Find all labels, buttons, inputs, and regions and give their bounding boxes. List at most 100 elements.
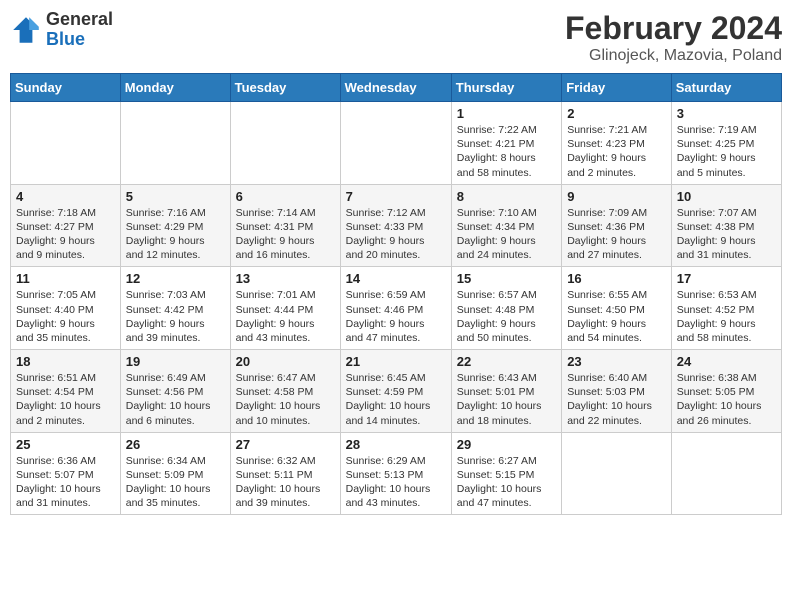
logo-general: General — [46, 10, 113, 30]
day-info: Sunrise: 7:05 AMSunset: 4:40 PMDaylight:… — [16, 288, 115, 345]
day-number: 5 — [126, 189, 225, 204]
week-row-2: 4 Sunrise: 7:18 AMSunset: 4:27 PMDaylight… — [11, 184, 782, 267]
day-info: Sunrise: 7:14 AMSunset: 4:31 PMDaylight:… — [236, 206, 335, 263]
day-info: Sunrise: 6:34 AMSunset: 5:09 PMDaylight:… — [126, 454, 225, 511]
day-number: 23 — [567, 354, 666, 369]
day-info: Sunrise: 7:03 AMSunset: 4:42 PMDaylight:… — [126, 288, 225, 345]
day-cell-23: 23Sunrise: 6:40 AMSunset: 5:03 PMDayligh… — [562, 350, 672, 433]
day-cell-8: 8Sunrise: 7:10 AMSunset: 4:34 PMDaylight… — [451, 184, 561, 267]
day-cell-25: 25 Sunrise: 6:36 AMSunset: 5:07 PMDayligh… — [11, 432, 121, 515]
day-info: Sunrise: 6:38 AMSunset: 5:05 PMDaylight:… — [677, 371, 776, 428]
day-number: 10 — [677, 189, 776, 204]
weekday-header-friday: Friday — [562, 74, 672, 102]
day-info: Sunrise: 7:18 AMSunset: 4:27 PMDaylight:… — [16, 206, 115, 263]
day-number: 17 — [677, 271, 776, 286]
day-cell-20: 20Sunrise: 6:47 AMSunset: 4:58 PMDayligh… — [230, 350, 340, 433]
weekday-header-row: SundayMondayTuesdayWednesdayThursdayFrid… — [11, 74, 782, 102]
page-header: General Blue February 2024 Glinojeck, Ma… — [10, 10, 782, 65]
day-cell-27: 27 Sunrise: 6:32 AMSunset: 5:11 PMDayligh… — [230, 432, 340, 515]
day-cell-28: 28 Sunrise: 6:29 AMSunset: 5:13 PMDayligh… — [340, 432, 451, 515]
day-info: Sunrise: 6:29 AMSunset: 5:13 PMDaylight:… — [346, 454, 446, 511]
day-number: 19 — [126, 354, 225, 369]
day-info: Sunrise: 6:59 AMSunset: 4:46 PMDaylight:… — [346, 288, 446, 345]
day-info: Sunrise: 6:53 AMSunset: 4:52 PMDaylight:… — [677, 288, 776, 345]
day-number: 15 — [457, 271, 556, 286]
day-cell-4: 4 Sunrise: 7:18 AMSunset: 4:27 PMDaylight… — [11, 184, 121, 267]
day-number: 3 — [677, 106, 776, 121]
day-number: 9 — [567, 189, 666, 204]
day-info: Sunrise: 7:12 AMSunset: 4:33 PMDaylight:… — [346, 206, 446, 263]
day-number: 29 — [457, 437, 556, 452]
day-info: Sunrise: 7:01 AMSunset: 4:44 PMDaylight:… — [236, 288, 335, 345]
day-number: 11 — [16, 271, 115, 286]
day-number: 7 — [346, 189, 446, 204]
day-number: 4 — [16, 189, 115, 204]
day-info: Sunrise: 7:21 AMSunset: 4:23 PMDaylight:… — [567, 123, 666, 180]
day-info: Sunrise: 7:19 AMSunset: 4:25 PMDaylight:… — [677, 123, 776, 180]
day-cell-9: 9 Sunrise: 7:09 AMSunset: 4:36 PMDaylight… — [562, 184, 672, 267]
day-cell-10: 10 Sunrise: 7:07 AMSunset: 4:38 PMDayligh… — [671, 184, 781, 267]
week-row-4: 18 Sunrise: 6:51 AMSunset: 4:54 PMDayligh… — [11, 350, 782, 433]
day-number: 22 — [457, 354, 556, 369]
week-row-1: 1 Sunrise: 7:22 AMSunset: 4:21 PMDaylight… — [11, 102, 782, 185]
day-cell-13: 13 Sunrise: 7:01 AMSunset: 4:44 PMDayligh… — [230, 267, 340, 350]
day-cell-21: 21Sunrise: 6:45 AMSunset: 4:59 PMDayligh… — [340, 350, 451, 433]
day-cell-11: 11 Sunrise: 7:05 AMSunset: 4:40 PMDayligh… — [11, 267, 121, 350]
day-cell-12: 12 Sunrise: 7:03 AMSunset: 4:42 PMDayligh… — [120, 267, 230, 350]
day-number: 26 — [126, 437, 225, 452]
day-cell-26: 26 Sunrise: 6:34 AMSunset: 5:09 PMDayligh… — [120, 432, 230, 515]
day-number: 18 — [16, 354, 115, 369]
weekday-header-monday: Monday — [120, 74, 230, 102]
day-number: 13 — [236, 271, 335, 286]
weekday-header-saturday: Saturday — [671, 74, 781, 102]
day-info: Sunrise: 6:47 AMSunset: 4:58 PMDaylight:… — [236, 371, 335, 428]
day-number: 25 — [16, 437, 115, 452]
empty-cell — [230, 102, 340, 185]
day-info: Sunrise: 6:49 AMSunset: 4:56 PMDaylight:… — [126, 371, 225, 428]
day-cell-14: 14 Sunrise: 6:59 AMSunset: 4:46 PMDayligh… — [340, 267, 451, 350]
day-cell-1: 1 Sunrise: 7:22 AMSunset: 4:21 PMDaylight… — [451, 102, 561, 185]
day-cell-3: 3 Sunrise: 7:19 AMSunset: 4:25 PMDaylight… — [671, 102, 781, 185]
day-cell-2: 2 Sunrise: 7:21 AMSunset: 4:23 PMDaylight… — [562, 102, 672, 185]
day-info: Sunrise: 7:16 AMSunset: 4:29 PMDaylight:… — [126, 206, 225, 263]
day-number: 1 — [457, 106, 556, 121]
day-info: Sunrise: 7:09 AMSunset: 4:36 PMDaylight:… — [567, 206, 666, 263]
empty-cell — [340, 102, 451, 185]
weekday-header-wednesday: Wednesday — [340, 74, 451, 102]
day-info: Sunrise: 6:55 AMSunset: 4:50 PMDaylight:… — [567, 288, 666, 345]
day-cell-17: 17 Sunrise: 6:53 AMSunset: 4:52 PMDayligh… — [671, 267, 781, 350]
logo: General Blue — [10, 10, 113, 50]
day-cell-6: 6 Sunrise: 7:14 AMSunset: 4:31 PMDaylight… — [230, 184, 340, 267]
weekday-header-thursday: Thursday — [451, 74, 561, 102]
calendar-location: Glinojeck, Mazovia, Poland — [565, 47, 782, 65]
day-number: 12 — [126, 271, 225, 286]
day-cell-5: 5 Sunrise: 7:16 AMSunset: 4:29 PMDaylight… — [120, 184, 230, 267]
calendar-table: SundayMondayTuesdayWednesdayThursdayFrid… — [10, 73, 782, 515]
weekday-header-sunday: Sunday — [11, 74, 121, 102]
day-number: 2 — [567, 106, 666, 121]
day-number: 24 — [677, 354, 776, 369]
day-info: Sunrise: 7:07 AMSunset: 4:38 PMDaylight:… — [677, 206, 776, 263]
day-cell-18: 18 Sunrise: 6:51 AMSunset: 4:54 PMDayligh… — [11, 350, 121, 433]
day-info: Sunrise: 7:22 AMSunset: 4:21 PMDaylight:… — [457, 123, 556, 180]
empty-cell — [562, 432, 672, 515]
day-cell-19: 19 Sunrise: 6:49 AMSunset: 4:56 PMDayligh… — [120, 350, 230, 433]
calendar-title: February 2024 — [565, 10, 782, 47]
day-cell-16: 16Sunrise: 6:55 AMSunset: 4:50 PMDayligh… — [562, 267, 672, 350]
empty-cell — [11, 102, 121, 185]
week-row-3: 11 Sunrise: 7:05 AMSunset: 4:40 PMDayligh… — [11, 267, 782, 350]
day-number: 6 — [236, 189, 335, 204]
day-info: Sunrise: 6:32 AMSunset: 5:11 PMDaylight:… — [236, 454, 335, 511]
logo-blue: Blue — [46, 30, 113, 50]
day-number: 14 — [346, 271, 446, 286]
day-info: Sunrise: 6:36 AMSunset: 5:07 PMDaylight:… — [16, 454, 115, 511]
day-cell-29: 29 Sunrise: 6:27 AMSunset: 5:15 PMDayligh… — [451, 432, 561, 515]
day-cell-22: 22Sunrise: 6:43 AMSunset: 5:01 PMDayligh… — [451, 350, 561, 433]
day-info: Sunrise: 7:10 AMSunset: 4:34 PMDaylight:… — [457, 206, 556, 263]
day-number: 27 — [236, 437, 335, 452]
day-number: 28 — [346, 437, 446, 452]
day-info: Sunrise: 6:27 AMSunset: 5:15 PMDaylight:… — [457, 454, 556, 511]
day-cell-7: 7 Sunrise: 7:12 AMSunset: 4:33 PMDaylight… — [340, 184, 451, 267]
logo-text: General Blue — [46, 10, 113, 50]
day-info: Sunrise: 6:51 AMSunset: 4:54 PMDaylight:… — [16, 371, 115, 428]
